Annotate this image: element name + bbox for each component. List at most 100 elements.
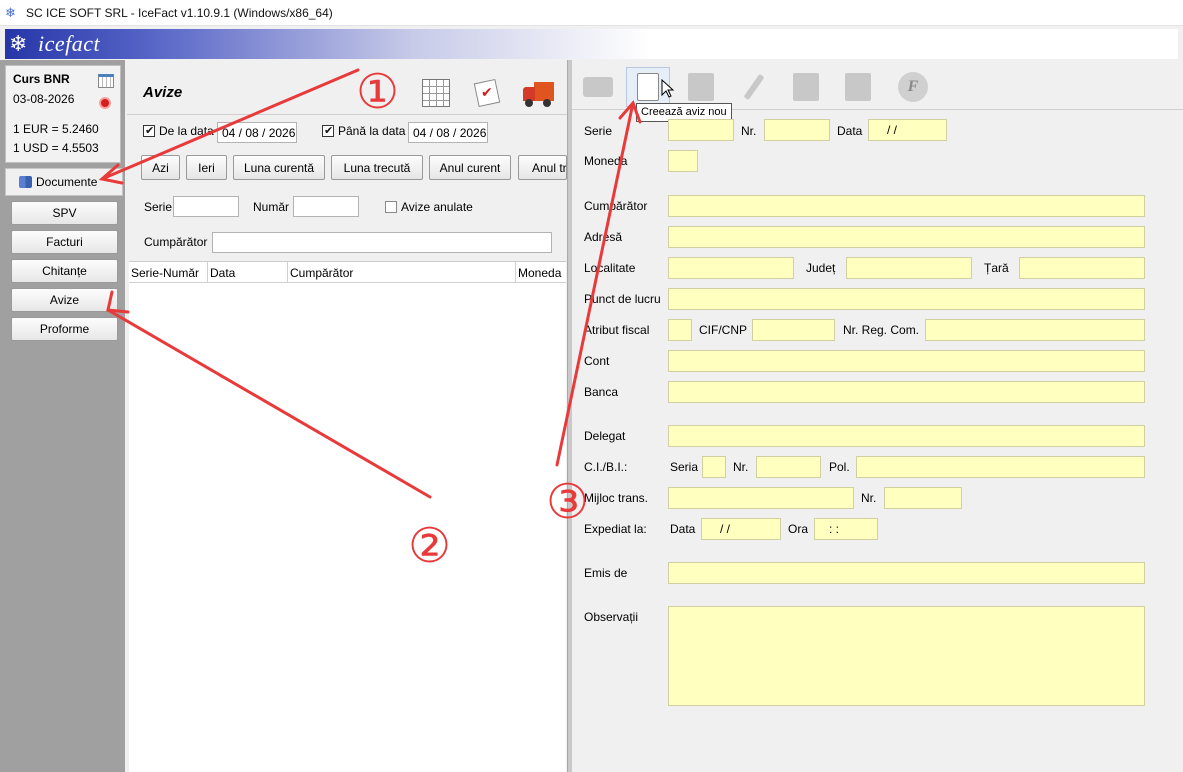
cumparator-filter-label: Cumpărător xyxy=(144,235,208,249)
anulate-checkbox[interactable]: Avize anulate xyxy=(385,200,473,214)
serie-filter-label: Serie xyxy=(144,200,173,214)
column-cumparator[interactable]: Cumpărător xyxy=(288,262,516,283)
sidebar-item-label: Chitanțe xyxy=(42,264,87,278)
moneda-label: Moneda xyxy=(584,154,628,168)
atribut-fiscal-field[interactable] xyxy=(668,319,692,341)
numar-filter-input[interactable] xyxy=(293,196,359,217)
bnr-rates: 1 EUR = 5.2460 1 USD = 4.5503 xyxy=(13,120,99,158)
emis-de-field[interactable] xyxy=(668,562,1145,584)
snowflake-icon: ❄ xyxy=(5,4,16,20)
truck-icon[interactable] xyxy=(523,79,555,107)
expediat-data-field[interactable]: / / xyxy=(701,518,781,540)
to-date-input[interactable]: 04 / 08 / 2026 xyxy=(408,122,488,143)
sidebar-item-label: Facturi xyxy=(46,235,83,249)
page-title: Avize xyxy=(143,84,183,101)
from-date-input[interactable]: 04 / 08 / 2026 xyxy=(217,122,297,143)
delete-icon[interactable] xyxy=(784,67,828,107)
snowflake-logo-icon: ❄ xyxy=(9,31,28,56)
cont-field[interactable] xyxy=(668,350,1145,372)
sidebar-item-chitante[interactable]: Chitanțe xyxy=(11,259,118,283)
adresa-label: Adresă xyxy=(584,230,623,244)
observatii-label: Observații xyxy=(584,610,639,624)
ora-field[interactable]: : : xyxy=(814,518,878,540)
data-field[interactable]: / / xyxy=(868,119,947,141)
nr-field[interactable] xyxy=(764,119,830,141)
tara-field[interactable] xyxy=(1019,257,1145,279)
column-data[interactable]: Data xyxy=(208,262,288,283)
sidebar-item-facturi[interactable]: Facturi xyxy=(11,230,118,254)
aviz-form-panel: F Creează aviz nou Serie Nr. Data / / Mo… xyxy=(572,60,1183,772)
new-document-icon[interactable] xyxy=(626,67,670,107)
period-current-year-button[interactable]: Anul curent xyxy=(429,155,511,180)
checklist-icon[interactable]: ✔ xyxy=(472,78,501,108)
calculator-icon[interactable] xyxy=(422,79,450,107)
banca-label: Banca xyxy=(584,385,619,399)
atribut-fiscal-label: Atribut fiscal xyxy=(584,323,650,337)
app-logo: icefact xyxy=(38,31,101,56)
cumparator-field[interactable] xyxy=(668,195,1145,217)
sidebar-item-label: Avize xyxy=(49,293,80,307)
serie-field[interactable] xyxy=(668,119,734,141)
edit-icon[interactable] xyxy=(732,67,776,107)
ci-bi-label: C.I./B.I.: xyxy=(584,460,628,474)
adresa-field[interactable] xyxy=(668,226,1145,248)
punct-lucru-label: Punct de lucru xyxy=(584,292,661,306)
moneda-field[interactable] xyxy=(668,150,698,172)
rate-usd: 1 USD = 4.5503 xyxy=(13,141,99,155)
refresh-icon[interactable] xyxy=(99,97,111,109)
banca-field[interactable] xyxy=(668,381,1145,403)
from-date-checkbox[interactable]: De la data xyxy=(143,124,214,138)
copy-document-icon[interactable] xyxy=(679,67,723,107)
cut-icon[interactable] xyxy=(836,67,880,107)
period-yesterday-button[interactable]: Ieri xyxy=(186,155,227,180)
cont-label: Cont xyxy=(584,354,610,368)
serie-filter-input[interactable] xyxy=(173,196,239,217)
sidebar-item-spv[interactable]: SPV xyxy=(11,201,118,225)
mijloc-label: Mijloc trans. xyxy=(584,491,649,505)
judet-field[interactable] xyxy=(846,257,972,279)
localitate-field[interactable] xyxy=(668,257,794,279)
ci-nr-field[interactable] xyxy=(756,456,821,478)
avize-table[interactable]: Serie-Număr Data Cumpărător Moneda xyxy=(129,261,566,772)
cumparator-filter-input[interactable] xyxy=(212,232,552,253)
seria-field[interactable] xyxy=(702,456,726,478)
column-moneda[interactable]: Moneda xyxy=(516,262,566,283)
cif-label: CIF/CNP xyxy=(699,323,747,337)
ora-label: Ora xyxy=(788,522,809,536)
period-last-year-button[interactable]: Anul trecut xyxy=(518,155,567,180)
pol-label: Pol. xyxy=(829,460,850,474)
mijloc-nr-label: Nr. xyxy=(861,491,877,505)
tara-label: Țară xyxy=(984,261,1009,275)
period-current-month-button[interactable]: Luna curentă xyxy=(233,155,325,180)
data-label: Data xyxy=(837,124,863,138)
expediat-data-label: Data xyxy=(670,522,696,536)
emis-de-label: Emis de xyxy=(584,566,628,580)
reg-com-field[interactable] xyxy=(925,319,1145,341)
observatii-field[interactable] xyxy=(668,606,1145,706)
rate-eur: 1 EUR = 5.2460 xyxy=(13,122,99,136)
anulate-label: Avize anulate xyxy=(401,200,473,214)
table-header: Serie-Număr Data Cumpărător Moneda xyxy=(129,262,566,283)
period-last-month-button[interactable]: Luna trecută xyxy=(331,155,423,180)
reg-com-label: Nr. Reg. Com. xyxy=(843,323,920,337)
punct-lucru-field[interactable] xyxy=(668,288,1145,310)
column-serie-numar[interactable]: Serie-Număr xyxy=(129,262,208,283)
cif-field[interactable] xyxy=(752,319,835,341)
sidebar-item-avize[interactable]: Avize xyxy=(11,288,118,312)
sidebar-item-proforme[interactable]: Proforme xyxy=(11,317,118,341)
calendar-icon[interactable] xyxy=(98,74,114,88)
documents-tab[interactable]: Documente xyxy=(5,168,123,196)
period-today-button[interactable]: Azi xyxy=(141,155,180,180)
seria-label: Seria xyxy=(670,460,699,474)
delegat-field[interactable] xyxy=(668,425,1145,447)
efactura-icon[interactable]: F xyxy=(891,67,935,107)
mijloc-nr-field[interactable] xyxy=(884,487,962,509)
mijloc-field[interactable] xyxy=(668,487,854,509)
expediat-label: Expediat la: xyxy=(584,522,647,536)
ci-nr-label: Nr. xyxy=(733,460,749,474)
to-date-checkbox[interactable]: Până la data xyxy=(322,124,405,138)
print-icon[interactable] xyxy=(576,67,620,107)
pol-field[interactable] xyxy=(856,456,1145,478)
judet-label: Județ xyxy=(806,261,836,275)
serie-label: Serie xyxy=(584,124,613,138)
